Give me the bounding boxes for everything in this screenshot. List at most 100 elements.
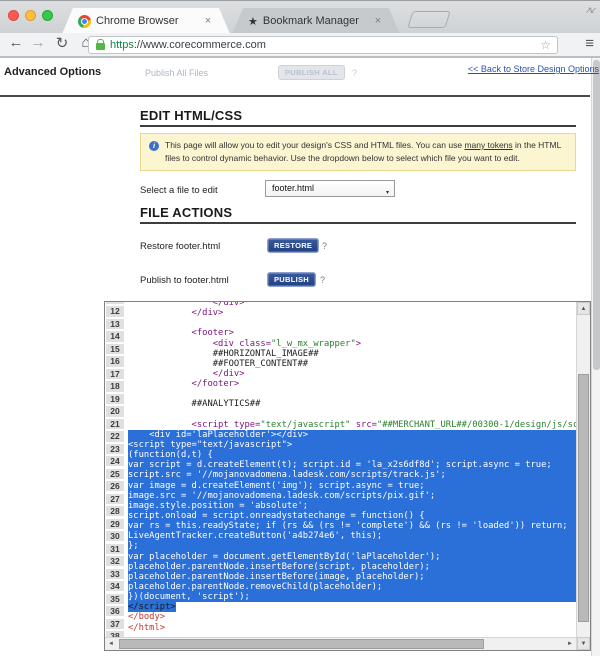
- code-token: })(document, 'script');: [128, 592, 250, 602]
- editor-vertical-scrollbar[interactable]: ▲ ▼: [576, 302, 590, 650]
- code-token: <div class=: [128, 339, 271, 349]
- line-number: 30: [106, 531, 124, 541]
- line-number: 14: [106, 331, 124, 341]
- editor-horizontal-scrollbar[interactable]: ◄ ►: [105, 637, 576, 650]
- url-text[interactable]: https://www.corecommerce.com: [110, 39, 266, 51]
- code-token: <script type=: [128, 420, 260, 430]
- info-icon: i: [149, 141, 159, 151]
- new-tab-button[interactable]: [407, 11, 451, 28]
- code-line[interactable]: <div class="l_w_mx_wrapper">: [128, 339, 576, 349]
- code-line[interactable]: })(document, 'script');: [128, 592, 576, 602]
- code-line[interactable]: var rs = this.readyState; if (rs && (rs …: [128, 521, 576, 531]
- code-line[interactable]: </footer>: [128, 379, 576, 389]
- code-line[interactable]: ##HORIZONTAL_IMAGE##: [128, 349, 576, 359]
- tab-chrome-browser[interactable]: Chrome Browser ×: [62, 8, 230, 34]
- code-line[interactable]: var script = d.createElement(t); script.…: [128, 460, 576, 470]
- code-line[interactable]: </html>: [128, 623, 576, 633]
- code-line[interactable]: </script>: [128, 602, 576, 612]
- code-line[interactable]: [128, 318, 576, 328]
- scroll-left-icon[interactable]: ◄: [105, 638, 117, 650]
- editor-gutter: 1112131415161718192021222324252627282930…: [105, 302, 127, 638]
- code-token: <div id='laPlaceholder'></div>: [128, 430, 308, 440]
- zoom-window-button[interactable]: [42, 10, 53, 21]
- reload-button[interactable]: ↻: [52, 34, 72, 52]
- tab-close-icon[interactable]: ×: [370, 15, 386, 27]
- scroll-up-icon[interactable]: ▲: [577, 302, 590, 315]
- code-line[interactable]: };: [128, 541, 576, 551]
- code-line[interactable]: ##ANALYTICS##: [128, 399, 576, 409]
- line-number: 23: [106, 444, 124, 454]
- minimize-window-button[interactable]: [25, 10, 36, 21]
- scroll-down-icon[interactable]: ▼: [577, 637, 590, 650]
- code-line[interactable]: [128, 389, 576, 399]
- code-token: <footer>: [128, 328, 234, 338]
- vertical-scrollbar-thumb[interactable]: [578, 374, 589, 622]
- code-line[interactable]: <footer>: [128, 328, 576, 338]
- code-line[interactable]: placeholder.parentNode.removeChild(place…: [128, 582, 576, 592]
- forward-button[interactable]: →: [28, 34, 48, 51]
- line-number: 20: [106, 406, 124, 416]
- back-to-store-design-link[interactable]: << Back to Store Design Options: [468, 64, 599, 74]
- code-line[interactable]: <script type="text/javascript" src="##ME…: [128, 420, 576, 430]
- tab-close-icon[interactable]: ×: [200, 15, 216, 27]
- line-number: 28: [106, 506, 124, 516]
- code-token: </body>: [128, 612, 165, 622]
- publish-button[interactable]: PUBLISH: [267, 272, 316, 287]
- code-line[interactable]: <script type="text/javascript">: [128, 440, 576, 450]
- edit-htmlcss-heading: EDIT HTML/CSS: [140, 108, 242, 123]
- code-line[interactable]: script.src = '//mojanovadomena.ladesk.co…: [128, 470, 576, 480]
- code-line[interactable]: image.style.position = 'absolute';: [128, 501, 576, 511]
- back-button[interactable]: ←: [6, 34, 26, 51]
- close-window-button[interactable]: [8, 10, 19, 21]
- code-line[interactable]: (function(d,t) {: [128, 450, 576, 460]
- line-number: 32: [106, 556, 124, 566]
- code-token: </div>: [128, 369, 245, 379]
- code-line[interactable]: </div>: [128, 308, 576, 318]
- code-line[interactable]: var image = d.createElement('img'); scri…: [128, 481, 576, 491]
- code-line[interactable]: script.onload = script.onreadystatechang…: [128, 511, 576, 521]
- info-text: This page will allow you to edit your de…: [165, 140, 464, 150]
- file-actions-rule: [140, 222, 576, 224]
- line-number: 26: [106, 481, 124, 491]
- code-line[interactable]: </div>: [128, 369, 576, 379]
- code-token: placeholder.parentNode.insertBefore(imag…: [128, 572, 425, 582]
- code-token: "##MERCHANT_URL##/00300-1/design/js/scri…: [377, 420, 576, 430]
- browser-window: Chrome Browser × ★ Bookmark Manager × ↗↙…: [0, 0, 600, 656]
- editor-code-area[interactable]: </div> </div> <footer> <div class="l_w_m…: [128, 302, 576, 638]
- page-scrollbar-thumb[interactable]: [593, 60, 600, 370]
- code-token: </footer>: [128, 379, 239, 389]
- line-number: 11: [106, 302, 124, 304]
- code-line[interactable]: image.src = '//mojanovadomena.ladesk.com…: [128, 491, 576, 501]
- scroll-right-icon[interactable]: ►: [564, 638, 576, 650]
- file-select-dropdown[interactable]: footer.html ▾: [265, 180, 395, 197]
- menu-icon[interactable]: ≡: [585, 35, 594, 52]
- horizontal-scrollbar-thumb[interactable]: [119, 639, 484, 649]
- code-token: ##FOOTER_CONTENT##: [128, 359, 308, 369]
- code-line[interactable]: LiveAgentTracker.createButton('a4b274e6'…: [128, 531, 576, 541]
- line-number: 33: [106, 569, 124, 579]
- line-number: 31: [106, 544, 124, 554]
- publish-all-button: PUBLISH ALL: [278, 65, 345, 80]
- star-icon: ★: [248, 15, 258, 28]
- code-line[interactable]: ##FOOTER_CONTENT##: [128, 359, 576, 369]
- publish-help[interactable]: ?: [320, 275, 325, 285]
- code-line[interactable]: [128, 410, 576, 420]
- restore-help[interactable]: ?: [322, 241, 327, 251]
- line-number: 18: [106, 381, 124, 391]
- code-line[interactable]: var placeholder = document.getElementByI…: [128, 552, 576, 562]
- code-line[interactable]: placeholder.parentNode.insertBefore(scri…: [128, 562, 576, 572]
- resize-icon[interactable]: ↗↙: [585, 5, 594, 16]
- many-tokens-link[interactable]: many tokens: [464, 140, 512, 150]
- code-editor[interactable]: 1112131415161718192021222324252627282930…: [104, 301, 591, 651]
- code-token: };: [128, 541, 139, 551]
- code-line[interactable]: placeholder.parentNode.insertBefore(imag…: [128, 572, 576, 582]
- page-scrollbar[interactable]: [591, 58, 600, 656]
- address-bar[interactable]: https://www.corecommerce.com ☆: [88, 36, 558, 54]
- ssl-lock-icon: [96, 43, 105, 50]
- code-line[interactable]: <div id='laPlaceholder'></div>: [128, 430, 576, 440]
- restore-button[interactable]: RESTORE: [267, 238, 319, 253]
- bookmark-star-icon[interactable]: ☆: [540, 38, 551, 52]
- code-line[interactable]: </body>: [128, 612, 576, 622]
- page-content: Advanced Options Publish All Files PUBLI…: [0, 58, 600, 656]
- tab-bookmark-manager[interactable]: ★ Bookmark Manager ×: [232, 8, 400, 34]
